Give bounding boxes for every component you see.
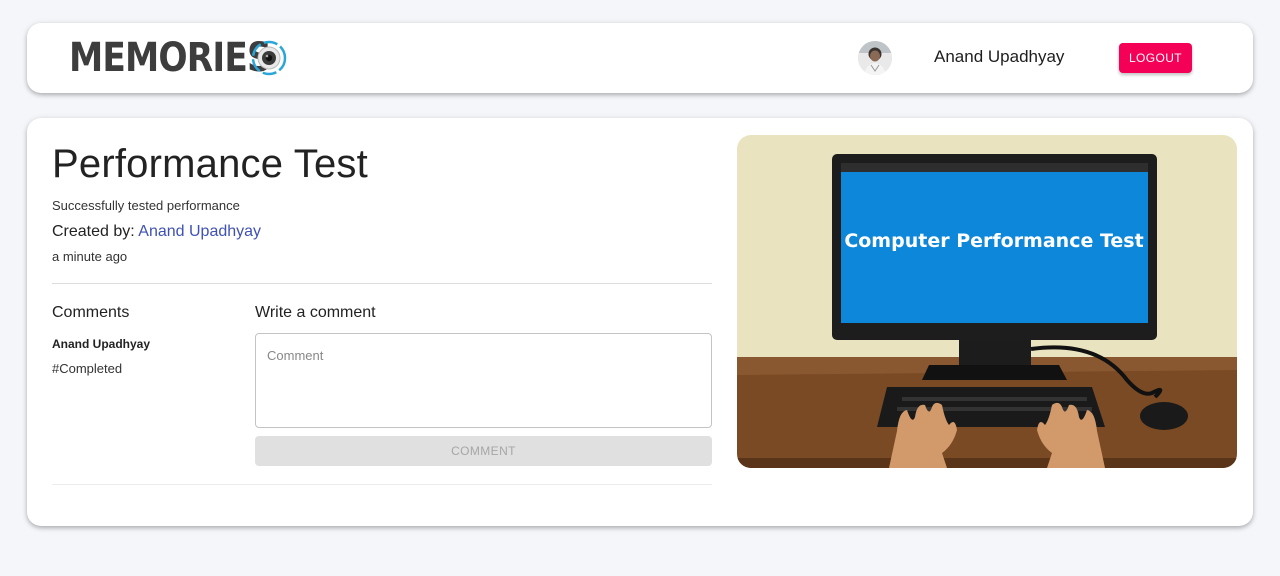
post-message: Successfully tested performance [52, 198, 240, 213]
brand-title: MEMORIES [69, 35, 272, 81]
comments-heading: Comments [52, 304, 130, 321]
user-name: Anand Upadhyay [934, 47, 1065, 66]
creator-link[interactable]: Anand Upadhyay [138, 223, 261, 240]
created-by-label: Created by: [52, 223, 139, 240]
comment-input[interactable] [255, 333, 712, 428]
post-creator: Created by: Anand Upadhyay [52, 223, 261, 241]
comment-submit-button[interactable]: COMMENT [255, 436, 712, 466]
brand-home-link[interactable]: MEMORIES [69, 37, 304, 79]
logout-button[interactable]: LOGOUT [1119, 43, 1192, 73]
write-comment-heading: Write a comment [255, 304, 376, 321]
camera-lens-logo-icon [251, 40, 287, 76]
comment-text: #Completed [52, 361, 123, 376]
app-bar: MEMORIES Anand Upadhyay LOGOUT [27, 23, 1253, 93]
avatar [858, 41, 892, 75]
divider [52, 283, 712, 284]
comment-author: Anand Upadhyay [52, 337, 151, 351]
post-timestamp: a minute ago [52, 249, 128, 264]
post-details-card: Performance Test Successfully tested per… [27, 118, 1253, 526]
post-image: Computer Performance Test [737, 135, 1237, 468]
image-caption: Computer Performance Test [844, 230, 1143, 252]
post-title: Performance Test [52, 142, 368, 186]
computer-illustration: Computer Performance Test [737, 135, 1237, 468]
divider [52, 484, 712, 485]
user-photo-icon [858, 41, 892, 75]
